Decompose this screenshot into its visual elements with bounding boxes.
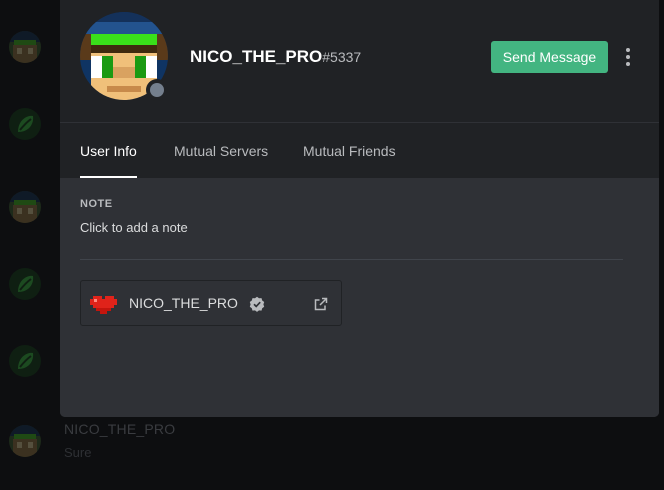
background-avatar — [9, 268, 41, 300]
background-avatar — [9, 191, 41, 223]
tab-user-info[interactable]: User Info — [80, 123, 137, 178]
vertical-ellipsis-icon[interactable] — [620, 44, 636, 70]
background-message-author: NICO_THE_PRO — [64, 421, 176, 437]
connected-account-name: NICO_THE_PRO — [129, 295, 238, 311]
discriminator: #5337 — [322, 49, 362, 65]
user-tag[interactable]: NICO_THE_PRO#5337 — [190, 47, 361, 67]
profile-header: NICO_THE_PRO#5337 Send Message — [60, 0, 659, 122]
background-avatar — [9, 345, 41, 377]
user-profile-modal: NICO_THE_PRO#5337 Send Message User Info… — [60, 0, 659, 417]
tab-mutual-friends[interactable]: Mutual Friends — [303, 123, 396, 178]
background-avatar — [9, 425, 41, 457]
username: NICO_THE_PRO — [190, 47, 323, 66]
pixel-heart-icon — [90, 296, 117, 314]
divider — [80, 259, 623, 260]
note-input[interactable]: Click to add a note — [80, 220, 620, 235]
background-avatar — [9, 108, 41, 140]
offline-status-icon — [146, 79, 168, 101]
verified-badge-icon — [249, 296, 265, 312]
connected-account: NICO_THE_PRO — [80, 280, 342, 326]
send-message-button[interactable]: Send Message — [491, 41, 608, 73]
profile-tabs: User Info Mutual Servers Mutual Friends — [60, 122, 659, 178]
external-link-icon[interactable] — [313, 296, 329, 312]
user-info-panel: NOTE Click to add a note NICO_THE_PRO — [60, 178, 659, 417]
background-message-text: Sure — [64, 445, 92, 460]
tab-mutual-servers[interactable]: Mutual Servers — [174, 123, 268, 178]
background-avatar — [9, 31, 41, 63]
note-heading: NOTE — [80, 198, 113, 210]
